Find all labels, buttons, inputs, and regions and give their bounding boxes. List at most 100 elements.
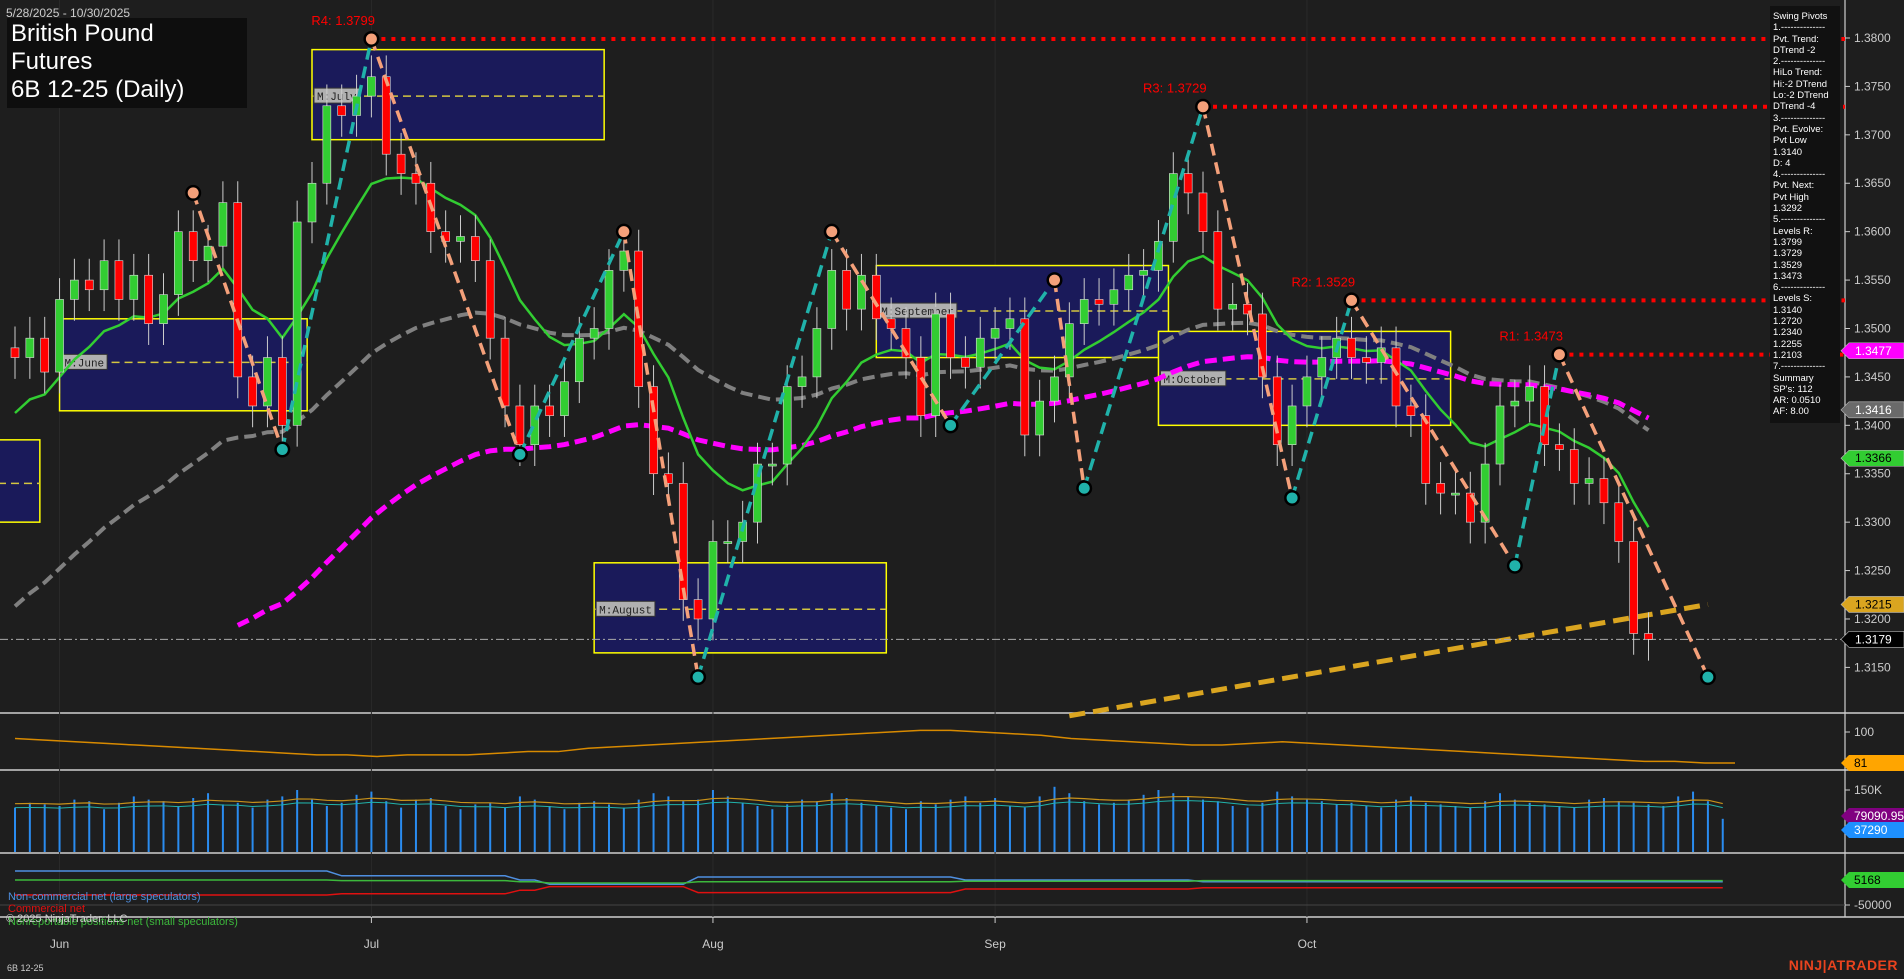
info-line: 6.--------------: [1773, 282, 1837, 293]
price-tick-label: 1.3650: [1854, 176, 1891, 190]
candle-body: [1184, 174, 1192, 193]
candle-body: [843, 270, 851, 309]
candle-body: [828, 270, 836, 328]
volume-average-line: [15, 797, 1723, 805]
candle-body: [635, 251, 643, 387]
candle-body: [1273, 377, 1281, 445]
month-label: Jun: [50, 937, 69, 951]
candle-body: [293, 222, 301, 425]
price-tick-label: 1.3500: [1854, 321, 1891, 335]
candle-body: [338, 106, 346, 116]
month-label: Aug: [702, 937, 723, 951]
price-tick-label: 1.3700: [1854, 128, 1891, 142]
candle-body: [709, 542, 717, 619]
candle: [189, 210, 197, 282]
price-tick-label: 1.3800: [1854, 31, 1891, 45]
chart-title-box: British Pound Futures 6B 12-25 (Daily): [7, 18, 247, 108]
volume-tick-label: 150K: [1854, 783, 1882, 797]
info-line: 1.3799: [1773, 237, 1837, 248]
price-badge-label: 1.3477: [1855, 344, 1892, 358]
candle-body: [249, 377, 257, 406]
pivot-high-marker: [618, 226, 629, 237]
price-badge-label: 1.3366: [1855, 451, 1892, 465]
candle: [1645, 612, 1653, 660]
candle: [26, 317, 34, 379]
resistance-label: R3: 1.3729: [1143, 81, 1207, 96]
candle-body: [1362, 358, 1370, 363]
candle-body: [115, 261, 123, 300]
price-badge-label: 1.3179: [1855, 632, 1892, 646]
candle: [1585, 457, 1593, 504]
copyright: © 2025 NinjaTrader, LLC: [6, 913, 127, 925]
candle: [115, 239, 123, 320]
price-tick-label: 1.3200: [1854, 612, 1891, 626]
indicator-badge: 37290: [1841, 822, 1904, 838]
price-tick-label: 1.3300: [1854, 515, 1891, 529]
candle-body: [457, 237, 465, 242]
indicator-badge: 5168: [1841, 872, 1904, 888]
candle-body: [1214, 232, 1222, 309]
info-line: Levels S:: [1773, 293, 1837, 304]
candle-body: [1021, 319, 1029, 435]
candle-body: [1348, 338, 1356, 357]
candle: [1526, 365, 1534, 422]
candle: [501, 317, 509, 427]
info-line: 2.--------------: [1773, 56, 1837, 67]
candle-body: [1140, 270, 1148, 275]
candle-body: [501, 338, 509, 406]
price-chart[interactable]: 1.38001.37501.37001.36501.36001.35501.35…: [0, 0, 1904, 979]
candle-body: [486, 261, 494, 338]
price-badge-label: 1.3215: [1855, 597, 1892, 611]
candle-body: [694, 600, 702, 619]
pivot-high-marker: [188, 187, 199, 198]
info-line: Levels R:: [1773, 226, 1837, 237]
candle-body: [976, 338, 984, 367]
pivot-high-marker: [1049, 275, 1060, 286]
info-line: 1.3140: [1773, 147, 1837, 158]
candle-body: [546, 406, 554, 416]
candle: [1036, 380, 1044, 456]
candle-body: [798, 377, 806, 387]
candle: [308, 162, 316, 243]
indicator-badge: 79090.95: [1841, 808, 1904, 824]
price-tick-label: 1.3450: [1854, 370, 1891, 384]
candle: [843, 249, 851, 330]
pivot-low-marker: [277, 444, 288, 455]
candle-body: [397, 154, 405, 173]
candle-body: [1451, 493, 1459, 495]
candle-body: [56, 299, 64, 372]
candle: [1600, 457, 1608, 524]
candle-body: [679, 483, 687, 599]
candle-body: [813, 328, 821, 376]
instrument-subtitle: 6B 12-25 (Daily): [11, 76, 241, 104]
info-line: DTrend -4: [1773, 101, 1837, 112]
candle: [486, 239, 494, 359]
candle-body: [1125, 275, 1133, 290]
candle: [41, 317, 49, 393]
price-badge: 1.3179: [1841, 631, 1904, 647]
candle: [635, 230, 643, 408]
candle-body: [130, 275, 138, 299]
info-line: 1.--------------: [1773, 22, 1837, 33]
monthly-box-label: M:August: [599, 605, 652, 617]
candle: [471, 215, 479, 282]
pivot-low-marker: [945, 420, 956, 431]
info-line: Hi:-2 DTrend: [1773, 79, 1837, 90]
candle-body: [590, 328, 598, 338]
price-badge-label: 1.3416: [1855, 403, 1892, 417]
candle-body: [991, 328, 999, 338]
info-line: 5.--------------: [1773, 214, 1837, 225]
info-line: Swing Pivots: [1773, 11, 1837, 22]
resistance-label: R4: 1.3799: [311, 13, 375, 28]
pivot-high-marker: [826, 226, 837, 237]
info-line: Lo:-2 DTrend: [1773, 90, 1837, 101]
pivot-low-marker: [1079, 483, 1090, 494]
candle-body: [1422, 416, 1430, 484]
candle: [1466, 472, 1474, 544]
candle: [1244, 283, 1252, 335]
candle-body: [382, 77, 390, 154]
candle-body: [160, 295, 168, 324]
indicator-badge-label: 81: [1854, 756, 1868, 770]
candle: [1630, 520, 1638, 655]
info-line: D: 4: [1773, 158, 1837, 169]
